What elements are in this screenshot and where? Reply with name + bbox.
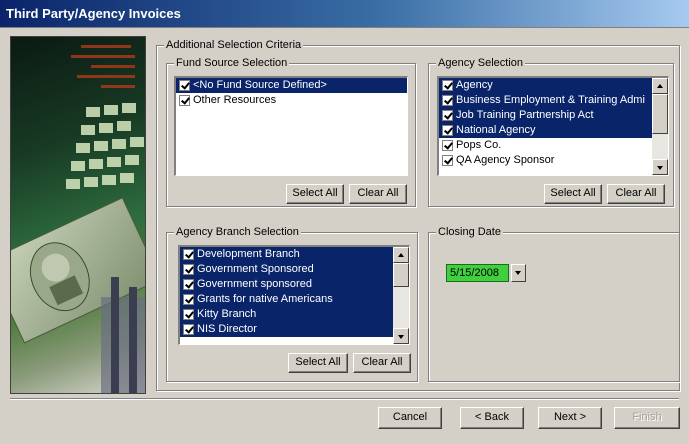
back-button[interactable]: < Back [460,407,524,429]
list-item-label: Government Sponsored [197,263,314,275]
agency-branch-legend: Agency Branch Selection [174,226,301,238]
list-item[interactable]: NIS Director [180,322,409,337]
fund-source-select-all-button[interactable]: Select All [286,184,344,204]
checkbox[interactable] [183,264,194,275]
list-item-label: Kitty Branch [197,308,257,320]
list-item[interactable]: Job Training Partnership Act [439,108,668,123]
list-item-label: Job Training Partnership Act [456,109,594,121]
list-item-label: <No Fund Source Defined> [193,79,327,91]
agency-select-all-button[interactable]: Select All [544,184,602,204]
checkbox[interactable] [442,80,453,91]
checkbox[interactable] [442,140,453,151]
list-item-label: Pops Co. [456,139,502,151]
window-title: Third Party/Agency Invoices [6,6,181,21]
list-item[interactable]: Agency [439,78,668,93]
list-item[interactable]: Grants for native Americans [180,292,409,307]
next-button[interactable]: Next > [538,407,602,429]
list-item-label: Agency [456,79,493,91]
footer-separator [10,398,679,400]
checkbox[interactable] [442,125,453,136]
agency-branch-scrollbar[interactable] [393,247,409,344]
checkbox[interactable] [442,95,453,106]
closing-date-field[interactable]: 5/15/2008 [446,264,509,282]
cancel-button[interactable]: Cancel [378,407,442,429]
checkbox[interactable] [183,309,194,320]
finish-button[interactable]: Finish [614,407,680,429]
list-item-label: Government sponsored [197,278,312,290]
fund-source-clear-all-button[interactable]: Clear All [349,184,407,204]
agency-scrollbar[interactable] [652,78,668,175]
checkbox[interactable] [183,249,194,260]
selection-criteria-legend: Additional Selection Criteria [164,39,304,51]
list-item-label: Business Employment & Training Admi [456,94,645,106]
list-item[interactable]: Government Sponsored [180,262,409,277]
closing-date-legend: Closing Date [436,226,503,238]
list-item-label: Development Branch [197,248,300,260]
list-item[interactable]: Pops Co. [439,138,668,153]
agency-branch-list[interactable]: Development Branch Government Sponsored … [178,245,410,345]
list-item-label: QA Agency Sponsor [456,154,555,166]
closing-date-group: Closing Date [428,226,680,382]
scrollbar-thumb[interactable] [393,263,409,287]
checkbox[interactable] [183,279,194,290]
calendar-dropdown-icon[interactable] [511,264,526,282]
scrollbar-thumb[interactable] [652,94,668,134]
scroll-up-arrow-icon[interactable] [393,247,409,263]
list-item[interactable]: National Agency [439,123,668,138]
scroll-down-arrow-icon[interactable] [393,328,409,344]
checkbox[interactable] [183,294,194,305]
scroll-down-arrow-icon[interactable] [652,159,668,175]
list-item[interactable]: Development Branch [180,247,409,262]
scroll-up-arrow-icon[interactable] [652,78,668,94]
fund-source-list[interactable]: <No Fund Source Defined> Other Resources [174,76,408,176]
branch-clear-all-button[interactable]: Clear All [353,353,411,373]
agency-list[interactable]: Agency Business Employment & Training Ad… [437,76,669,176]
list-item-label: National Agency [456,124,536,136]
list-item[interactable]: Government sponsored [180,277,409,292]
checkbox[interactable] [442,155,453,166]
checkbox[interactable] [179,95,190,106]
list-item[interactable]: <No Fund Source Defined> [176,78,407,93]
list-item-label: Grants for native Americans [197,293,333,305]
wizard-side-image [10,36,146,394]
list-item-label: NIS Director [197,323,257,335]
branch-select-all-button[interactable]: Select All [288,353,348,373]
title-bar: Third Party/Agency Invoices [0,0,689,28]
list-item-label: Other Resources [193,94,277,106]
checkbox[interactable] [442,110,453,121]
fund-source-legend: Fund Source Selection [174,57,290,69]
checkbox[interactable] [179,80,190,91]
list-item[interactable]: QA Agency Sponsor [439,153,668,168]
list-item[interactable]: Kitty Branch [180,307,409,322]
list-item[interactable]: Business Employment & Training Admi [439,93,668,108]
checkbox[interactable] [183,324,194,335]
list-item[interactable]: Other Resources [176,93,407,108]
agency-clear-all-button[interactable]: Clear All [607,184,665,204]
agency-legend: Agency Selection [436,57,525,69]
